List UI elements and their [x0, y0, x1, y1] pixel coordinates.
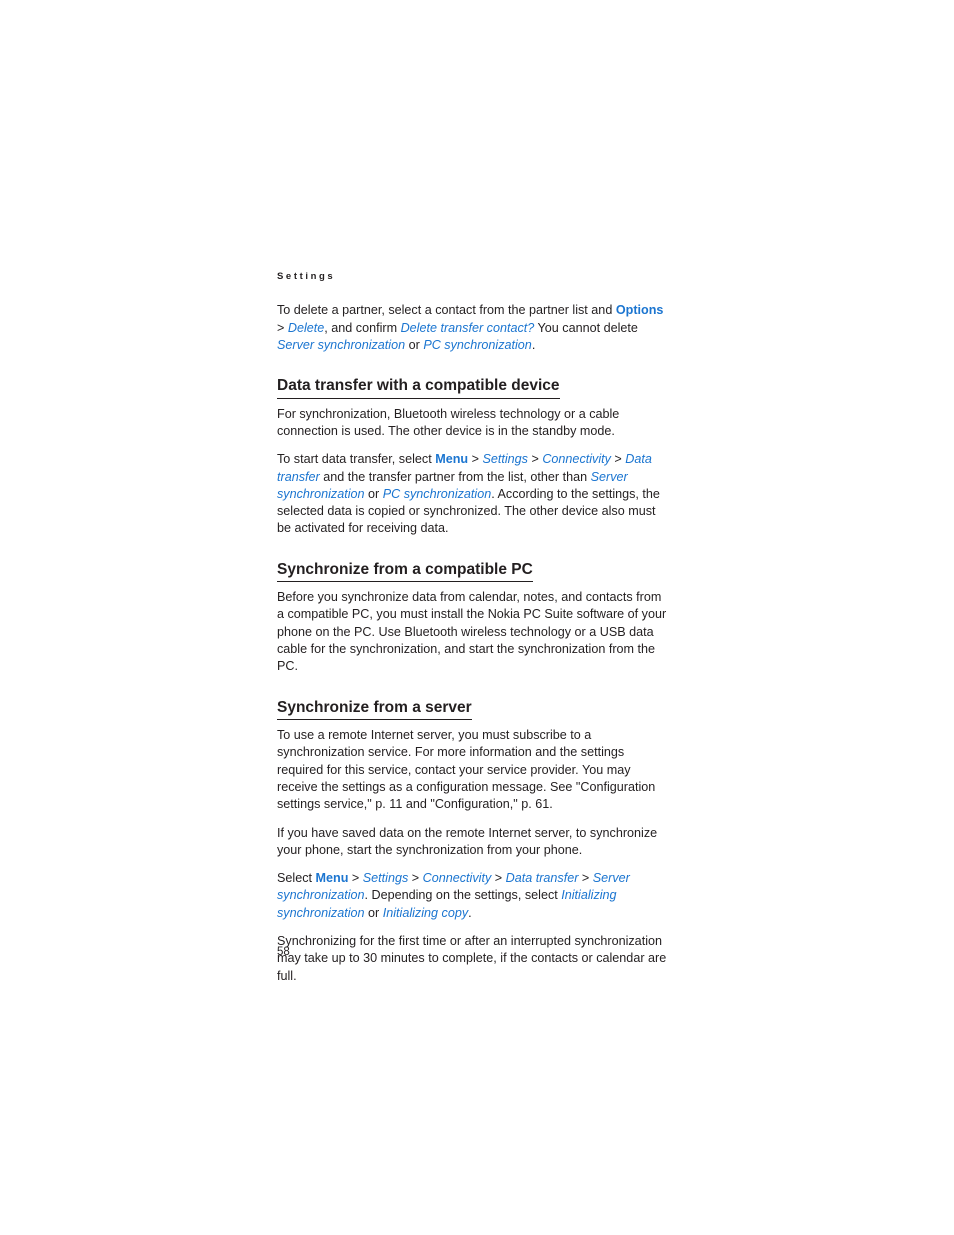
path-separator: > — [610, 452, 626, 467]
section-2-paragraph-2: Select Menu > Settings > Connectivity > … — [277, 871, 630, 920]
ui-string-13: Initializing copy — [382, 905, 469, 920]
path-separator: > — [348, 871, 363, 886]
ui-string-1: Options — [615, 303, 664, 318]
sections-container: Data transfer with a compatible device Fo… — [277, 376, 669, 985]
section-0-paragraph-1: To start data transfer, select Menu > Se… — [277, 452, 660, 536]
path-separator: > — [277, 320, 288, 335]
ui-string-11: PC synchronization — [382, 486, 492, 501]
ui-string-3: Delete — [287, 320, 325, 335]
page-number: 58 — [277, 946, 290, 958]
section-heading-wrap-2: Synchronize from a server — [277, 698, 669, 721]
document-page: Settings To delete a partner, select a c… — [0, 0, 954, 1235]
section-0-paragraph-0: For synchronization, Bluetooth wireless … — [277, 406, 620, 438]
ui-string-5: Connectivity — [422, 871, 492, 886]
ui-string-5: Connectivity — [542, 452, 611, 467]
intro-paragraph: To delete a partner, select a contact fr… — [277, 303, 664, 353]
ui-string-3: Settings — [482, 452, 528, 467]
section-heading: Synchronize from a compatible PC — [277, 560, 533, 583]
path-separator: > — [468, 452, 483, 467]
path-separator: > — [408, 871, 423, 886]
path-separator: > — [491, 871, 506, 886]
section-heading-wrap-1: Synchronize from a compatible PC — [277, 560, 669, 583]
ui-string-1: Menu — [435, 452, 469, 467]
running-header: Settings — [277, 271, 336, 282]
ui-string-1: Menu — [315, 871, 349, 886]
ui-string-7: Data transfer — [505, 871, 579, 886]
section-heading: Data transfer with a compatible device — [277, 376, 560, 399]
section-2-paragraph-1: If you have saved data on the remote Int… — [277, 825, 658, 857]
section-heading-wrap-0: Data transfer with a compatible device — [277, 376, 669, 399]
text-column: Settings To delete a partner, select a c… — [277, 271, 669, 996]
section-heading: Synchronize from a server — [277, 698, 472, 721]
ui-string-5: Delete transfer contact? — [400, 320, 535, 335]
path-separator: > — [527, 452, 543, 467]
section-1-paragraph-0: Before you synchronize data from calenda… — [277, 590, 667, 674]
ui-string-7: Server synchronization — [277, 338, 406, 353]
ui-string-3: Settings — [362, 871, 409, 886]
ui-string-9: PC synchronization — [423, 338, 532, 353]
section-2-paragraph-0: To use a remote Internet server, you mus… — [277, 728, 656, 812]
section-2-paragraph-3: Synchronizing for the first time or afte… — [277, 933, 667, 983]
path-separator: > — [578, 871, 593, 886]
